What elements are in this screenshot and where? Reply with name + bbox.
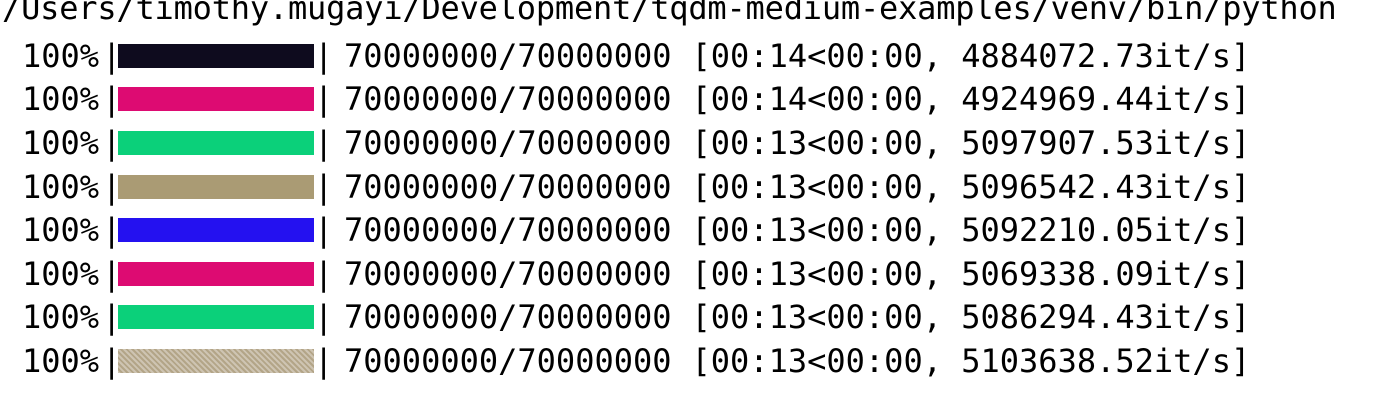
progress-percent: 100% bbox=[22, 298, 100, 337]
bar-left-edge: | bbox=[102, 211, 122, 250]
progress-percent: 100% bbox=[22, 123, 100, 162]
bar-right-edge: | bbox=[314, 254, 334, 293]
bar-left-edge: | bbox=[102, 298, 122, 337]
progress-bar bbox=[118, 218, 314, 243]
progress-count: 70000000/70000000 bbox=[344, 167, 672, 206]
bar-left-edge: | bbox=[102, 341, 122, 380]
progress-bar bbox=[118, 87, 314, 112]
progress-bar-fill bbox=[118, 174, 314, 199]
progress-row: 100% | | 70000000/70000000 [00:14<00:00, 492… bbox=[22, 78, 1250, 122]
bar-right-edge: | bbox=[314, 80, 334, 119]
progress-row: 100% | | 70000000/70000000 [00:13<00:00, 508… bbox=[22, 296, 1250, 340]
bar-right-edge: | bbox=[314, 211, 334, 250]
progress-bar-fill bbox=[118, 348, 314, 373]
progress-bar-fill bbox=[118, 130, 314, 155]
progress-timing: [00:13<00:00, 5103638.52it/s] bbox=[691, 341, 1251, 380]
progress-percent: 100% bbox=[22, 341, 100, 380]
progress-count: 70000000/70000000 bbox=[344, 80, 672, 119]
bar-right-edge: | bbox=[314, 36, 334, 75]
progress-bar bbox=[118, 174, 314, 199]
bar-right-edge: | bbox=[314, 341, 334, 380]
bar-left-edge: | bbox=[102, 254, 122, 293]
progress-timing: [00:14<00:00, 4884072.73it/s] bbox=[691, 36, 1251, 75]
progress-count: 70000000/70000000 bbox=[344, 254, 672, 293]
bar-left-edge: | bbox=[102, 167, 122, 206]
progress-bar-fill bbox=[118, 43, 314, 68]
progress-timing: [00:13<00:00, 5069338.09it/s] bbox=[691, 254, 1251, 293]
progress-percent: 100% bbox=[22, 36, 100, 75]
progress-timing: [00:13<00:00, 5096542.43it/s] bbox=[691, 167, 1251, 206]
progress-timing: [00:13<00:00, 5092210.05it/s] bbox=[691, 211, 1251, 250]
progress-percent: 100% bbox=[22, 254, 100, 293]
progress-count: 70000000/70000000 bbox=[344, 36, 672, 75]
bar-right-edge: | bbox=[314, 167, 334, 206]
bar-right-edge: | bbox=[314, 298, 334, 337]
progress-bar-fill bbox=[118, 218, 314, 243]
progress-count: 70000000/70000000 bbox=[344, 211, 672, 250]
progress-row: 100% | | 70000000/70000000 [00:14<00:00, 488… bbox=[22, 34, 1250, 78]
progress-percent: 100% bbox=[22, 211, 100, 250]
terminal-window: /Users/timothy.mugayi/Development/tqdm-m… bbox=[0, 0, 1400, 408]
progress-timing: [00:13<00:00, 5097907.53it/s] bbox=[691, 123, 1251, 162]
progress-row: 100% | | 70000000/70000000 [00:13<00:00, 509… bbox=[22, 165, 1250, 209]
progress-bar-list: 100% | | 70000000/70000000 [00:14<00:00, 488… bbox=[22, 34, 1250, 383]
progress-count: 70000000/70000000 bbox=[344, 341, 672, 380]
progress-bar-fill bbox=[118, 87, 314, 112]
progress-bar bbox=[118, 130, 314, 155]
progress-row: 100% | | 70000000/70000000 [00:13<00:00, 506… bbox=[22, 252, 1250, 296]
progress-row: 100% | | 70000000/70000000 [00:13<00:00, 510… bbox=[22, 339, 1250, 383]
progress-timing: [00:13<00:00, 5086294.43it/s] bbox=[691, 298, 1251, 337]
progress-bar bbox=[118, 261, 314, 286]
executable-path: /Users/timothy.mugayi/Development/tqdm-m… bbox=[2, 0, 1337, 27]
progress-bar bbox=[118, 43, 314, 68]
progress-timing: [00:14<00:00, 4924969.44it/s] bbox=[691, 80, 1251, 119]
progress-percent: 100% bbox=[22, 167, 100, 206]
bar-left-edge: | bbox=[102, 80, 122, 119]
bar-left-edge: | bbox=[102, 123, 122, 162]
progress-bar-fill bbox=[118, 305, 314, 330]
progress-bar-fill bbox=[118, 261, 314, 286]
progress-count: 70000000/70000000 bbox=[344, 298, 672, 337]
progress-bar bbox=[118, 305, 314, 330]
progress-row: 100% | | 70000000/70000000 [00:13<00:00, 509… bbox=[22, 121, 1250, 165]
progress-bar bbox=[118, 348, 314, 373]
bar-right-edge: | bbox=[314, 123, 334, 162]
progress-count: 70000000/70000000 bbox=[344, 123, 672, 162]
progress-percent: 100% bbox=[22, 80, 100, 119]
progress-row: 100% | | 70000000/70000000 [00:13<00:00, 509… bbox=[22, 208, 1250, 252]
bar-left-edge: | bbox=[102, 36, 122, 75]
